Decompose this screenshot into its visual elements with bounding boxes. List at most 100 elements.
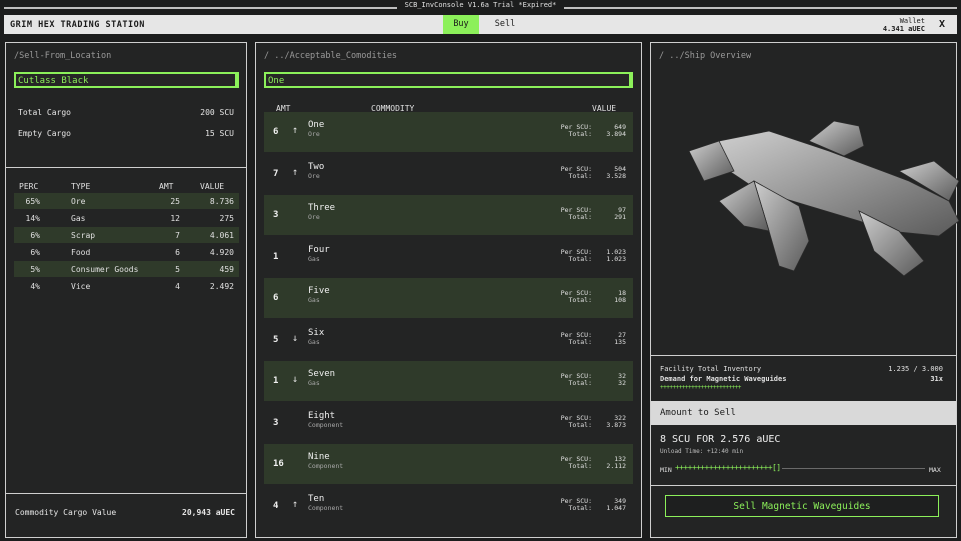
commodity-type: Gas	[308, 379, 320, 387]
cargo-amt: 25	[170, 197, 180, 206]
cargo-value-label: Commodity Cargo Value	[15, 508, 117, 517]
cargo-row[interactable]: 14% Gas 12 275	[14, 210, 239, 226]
commodity-row[interactable]: 1 Four Gas Per SCU: 1.023 Total: 1.023	[264, 237, 633, 277]
slider-fill: +++++++++++++++++++++++[]	[675, 463, 783, 472]
cargo-amt: 5	[175, 265, 180, 274]
cargo-row[interactable]: 65% Ore 25 8.736	[14, 193, 239, 209]
arrow-up-icon: ↑	[292, 166, 299, 178]
commodity-name: Seven	[308, 369, 336, 379]
cargo-row[interactable]: 6% Scrap 7 4.061	[14, 227, 239, 243]
commodity-row[interactable]: 6 Five Gas Per SCU: 18 Total: 108	[264, 278, 633, 318]
divider	[6, 167, 246, 168]
commodity-row[interactable]: 7 ↑ Two Ore Per SCU: 504 Total: 3.528	[264, 154, 633, 194]
commodity-amt: 6	[273, 293, 279, 303]
commodity-select[interactable]: One	[264, 72, 633, 88]
commodity-type: Component	[308, 503, 344, 512]
total-value: 135	[614, 337, 626, 346]
amount-header-bar: Amount to Sell	[651, 401, 956, 425]
cargo-perc: 14%	[25, 214, 40, 223]
unload-time: Unload Time: +12:40 min	[660, 448, 744, 455]
panel-title: / ../Acceptable_Comodities	[264, 51, 398, 61]
demand-label: Demand for Magnetic Waveguides	[660, 375, 787, 383]
commodity-row[interactable]: 3 Three Ore Per SCU: 97 Total: 291	[264, 195, 633, 235]
cargo-row[interactable]: 4% Vice 4 2.492	[14, 278, 239, 294]
cargo-value: 2.492	[209, 282, 234, 291]
sell-button[interactable]: Sell Magnetic Waveguides	[665, 495, 939, 517]
station-name: GRIM HEX TRADING STATION	[10, 20, 145, 30]
commodity-type: Gas	[308, 254, 320, 263]
slider-max-label: MAX	[929, 466, 941, 474]
commodity-row[interactable]: 4 ↑ Ten Component Per SCU: 349 Total: 1.047	[264, 486, 633, 526]
cargo-perc: 4%	[30, 282, 40, 291]
total-label: Total:	[568, 337, 592, 346]
total-value: 32	[618, 379, 626, 387]
total-label: Total:	[568, 462, 592, 470]
divider	[6, 493, 246, 494]
arrow-up-icon: ↑	[292, 125, 299, 136]
amount-slider[interactable]: +++++++++++++++++++++++[]	[675, 463, 925, 475]
total-value: 2.112	[606, 462, 626, 470]
cargo-value-total: 20,943 aUEC	[182, 508, 235, 517]
total-value: 108	[614, 296, 626, 304]
cargo-value: 8.736	[209, 197, 234, 206]
commodity-name: Nine	[308, 452, 330, 462]
cargo-perc: 6%	[30, 231, 40, 240]
cargo-row[interactable]: 5% Consumer Goods 5 459	[14, 261, 239, 277]
commodity-amt: 3	[273, 210, 279, 220]
commodity-row[interactable]: 5 ↓ Six Gas Per SCU: 27 Total: 135	[264, 320, 633, 360]
commodity-type: Component	[308, 420, 344, 429]
cargo-amt: 7	[175, 231, 180, 240]
total-label: Total:	[568, 254, 592, 263]
cargo-row[interactable]: 6% Food 6 4.920	[14, 244, 239, 260]
commodity-name: Four	[308, 244, 330, 255]
window-title: SCB_InvConsole V1.6a Trial *Expired*	[396, 1, 565, 9]
panel-title: / ../Ship Overview	[659, 51, 752, 61]
demand-bar: ++++++++++++++++++++++++++	[660, 384, 741, 391]
cargo-perc: 6%	[30, 248, 40, 257]
total-value: 1.023	[606, 254, 626, 263]
ship-overview-panel: / ../Ship Overview Facility Total Invent…	[650, 42, 960, 538]
cargo-amt: 6	[175, 248, 180, 257]
commodity-row[interactable]: 16 Nine Component Per SCU: 132 Total: 2.112	[264, 444, 633, 484]
total-value: 3.528	[606, 171, 626, 180]
commodity-amt: 1	[273, 376, 279, 386]
commodity-name: Ten	[308, 493, 325, 504]
cargo-perc: 5%	[30, 265, 40, 274]
demand-value: 31x	[930, 375, 943, 383]
tab-buy[interactable]: Buy	[443, 15, 479, 34]
commodity-type: Ore	[308, 171, 320, 180]
close-icon[interactable]: X	[939, 19, 945, 30]
commodity-row[interactable]: 1 ↓ Seven Gas Per SCU: 32 Total: 32	[264, 361, 633, 401]
commodity-name: Five	[308, 286, 330, 296]
col-perc-header: PERC	[19, 182, 39, 191]
commodity-row[interactable]: 6 ↑ One Ore Per SCU: 649 Total: 3.894	[264, 112, 633, 152]
commodity-row[interactable]: 3 Eight Component Per SCU: 322 Total: 3.873	[264, 403, 633, 443]
commodity-name: Eight	[308, 410, 336, 421]
wallet-value: 4.341 aUEC	[882, 25, 925, 33]
cargo-amt: 12	[170, 214, 180, 223]
slider-min-label: MIN	[660, 466, 672, 474]
sell-from-location-panel: /Sell-From_Location Cutlass Black Total …	[5, 42, 247, 538]
total-label: Total:	[568, 420, 592, 429]
commodity-type: Gas	[308, 296, 320, 304]
total-value: 3.873	[606, 420, 626, 429]
total-label: Total:	[568, 296, 592, 304]
tab-sell[interactable]: Sell	[487, 15, 523, 34]
acceptable-commodities-panel: / ../Acceptable_Comodities One AMT COMMO…	[255, 42, 642, 538]
panel-title: /Sell-From_Location	[14, 51, 112, 61]
window-title-bar: SCB_InvConsole V1.6a Trial *Expired*	[0, 0, 961, 14]
commodity-amt: 7	[273, 168, 279, 179]
commodity-amt: 6	[273, 127, 279, 137]
commodity-type: Component	[308, 462, 344, 470]
cargo-amt: 4	[175, 282, 180, 291]
arrow-up-icon: ↑	[292, 498, 299, 510]
location-select[interactable]: Cutlass Black	[14, 72, 239, 88]
commodity-amt: 3	[273, 417, 279, 428]
col-amt-header: AMT	[159, 182, 174, 191]
amount-summary: 8 SCU FOR 2.576 aUEC	[660, 434, 781, 445]
total-label: Total:	[568, 130, 592, 138]
total-value: 1.047	[606, 503, 626, 512]
ship-image	[688, 120, 960, 277]
total-cargo-value: 200 SCU	[200, 108, 234, 117]
total-cargo-label: Total Cargo	[18, 108, 71, 117]
